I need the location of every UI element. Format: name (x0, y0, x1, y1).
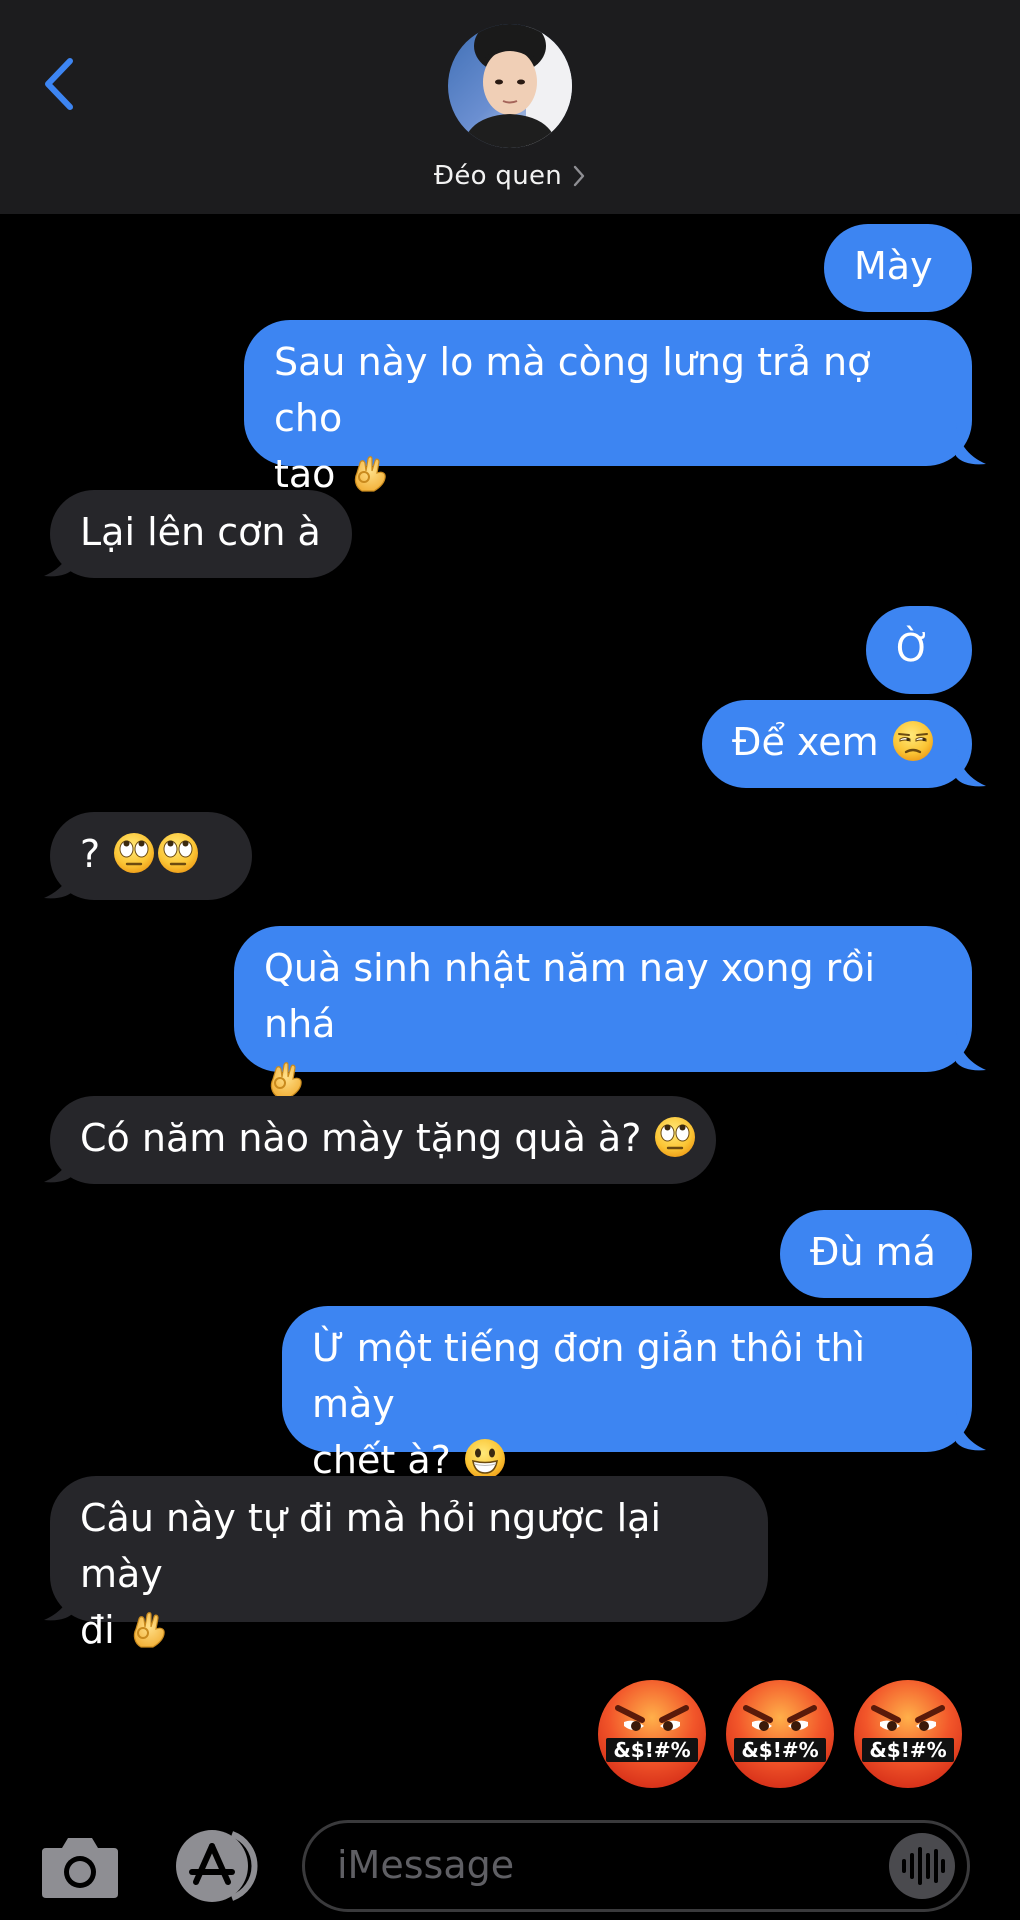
app-store-button[interactable] (170, 1828, 262, 1904)
message-bubble-outgoing[interactable]: Đù má (780, 1210, 972, 1298)
grinning-face-icon (463, 1437, 507, 1481)
message-text-line2: tao (274, 446, 942, 502)
message-bubble-outgoing[interactable]: Ừ một tiếng đơn giản thôi thì mày chết à… (282, 1306, 972, 1482)
message-text: Đù má (810, 1230, 936, 1274)
contact-name: Đéo quen (433, 161, 563, 191)
symbols-label: &$!#% (613, 1738, 690, 1762)
camera-icon (42, 1838, 118, 1898)
face-with-rolling-eyes-icon (112, 831, 156, 875)
bubble-tail-outgoing (956, 1028, 986, 1071)
bubble-tail-outgoing (956, 422, 986, 465)
message-bubble-incoming[interactable]: Câu này tự đi mà hỏi ngược lại mày đi (50, 1476, 768, 1652)
bubble-tail-incoming (44, 534, 74, 577)
audio-waveform-icon (902, 1847, 945, 1885)
chevron-left-icon (45, 58, 73, 110)
bubble-tail-incoming (44, 1140, 74, 1183)
avatar-image (448, 24, 572, 148)
imessage-input[interactable]: iMessage (302, 1820, 970, 1912)
ok-hand-icon (348, 451, 392, 495)
bubble-tail-outgoing (956, 1408, 986, 1451)
message-text-line2: đi (80, 1602, 738, 1658)
ok-hand-icon (264, 1057, 308, 1101)
message-text: Có năm nào mày tặng quà à? (80, 1116, 642, 1160)
composer-bar: iMessage (0, 1800, 1020, 1920)
message-bubble-incoming[interactable]: Lại lên cơn à (50, 490, 352, 578)
face-with-rolling-eyes-icon (156, 831, 200, 875)
bubble-tail-incoming (44, 1578, 74, 1621)
message-text: Để xem (732, 720, 879, 764)
message-text: Quà sinh nhật năm nay xong rồi nhá (264, 946, 876, 1046)
message-text: Lại lên cơn à (80, 510, 321, 554)
bubble-tail-incoming (44, 856, 74, 899)
ok-hand-icon (127, 1607, 171, 1651)
face-with-symbols-icon[interactable]: &$!#% (724, 1678, 836, 1790)
face-with-symbols-icon[interactable]: &$!#% (596, 1678, 708, 1790)
camera-button[interactable] (40, 1834, 120, 1900)
app-store-icon (176, 1830, 258, 1902)
contact-avatar[interactable] (448, 24, 572, 148)
message-text: Câu này tự đi mà hỏi ngược lại mày (80, 1496, 662, 1596)
message-text: ? (80, 832, 101, 876)
message-bubble-outgoing[interactable]: Mày (824, 224, 972, 312)
unamused-face-icon (891, 719, 935, 763)
bubble-tail-outgoing (956, 744, 986, 787)
message-bubble-outgoing[interactable]: Quà sinh nhật năm nay xong rồi nhá (234, 926, 972, 1072)
face-with-symbols-icon[interactable]: &$!#% (852, 1678, 964, 1790)
symbols-label: &$!#% (741, 1738, 818, 1762)
imessage-placeholder: iMessage (337, 1843, 515, 1887)
message-text: Ờ (896, 626, 931, 670)
message-bubble-incoming[interactable]: ? (50, 812, 252, 900)
message-bubble-outgoing[interactable]: Để xem (702, 700, 972, 788)
back-button[interactable] (30, 52, 86, 116)
messages-screen: Đéo quen Mày Sau này lo mà còng lưng trả… (0, 0, 1020, 1920)
contact-name-row[interactable]: Đéo quen (0, 154, 1020, 198)
message-text: Ừ một tiếng đơn giản thôi thì mày (312, 1326, 866, 1426)
chevron-right-icon (573, 165, 585, 187)
message-bubble-outgoing[interactable]: Sau này lo mà còng lưng trả nợ cho tao (244, 320, 972, 496)
symbols-label: &$!#% (869, 1738, 946, 1762)
message-bubble-incoming[interactable]: Có năm nào mày tặng quà à? (50, 1096, 716, 1184)
message-bubble-outgoing[interactable]: Ờ (866, 606, 972, 694)
conversation-header: Đéo quen (0, 0, 1020, 214)
face-with-rolling-eyes-icon (653, 1115, 697, 1159)
message-text: Sau này lo mà còng lưng trả nợ cho (274, 340, 871, 440)
message-text: Mày (854, 244, 933, 288)
audio-record-button[interactable] (889, 1833, 955, 1899)
